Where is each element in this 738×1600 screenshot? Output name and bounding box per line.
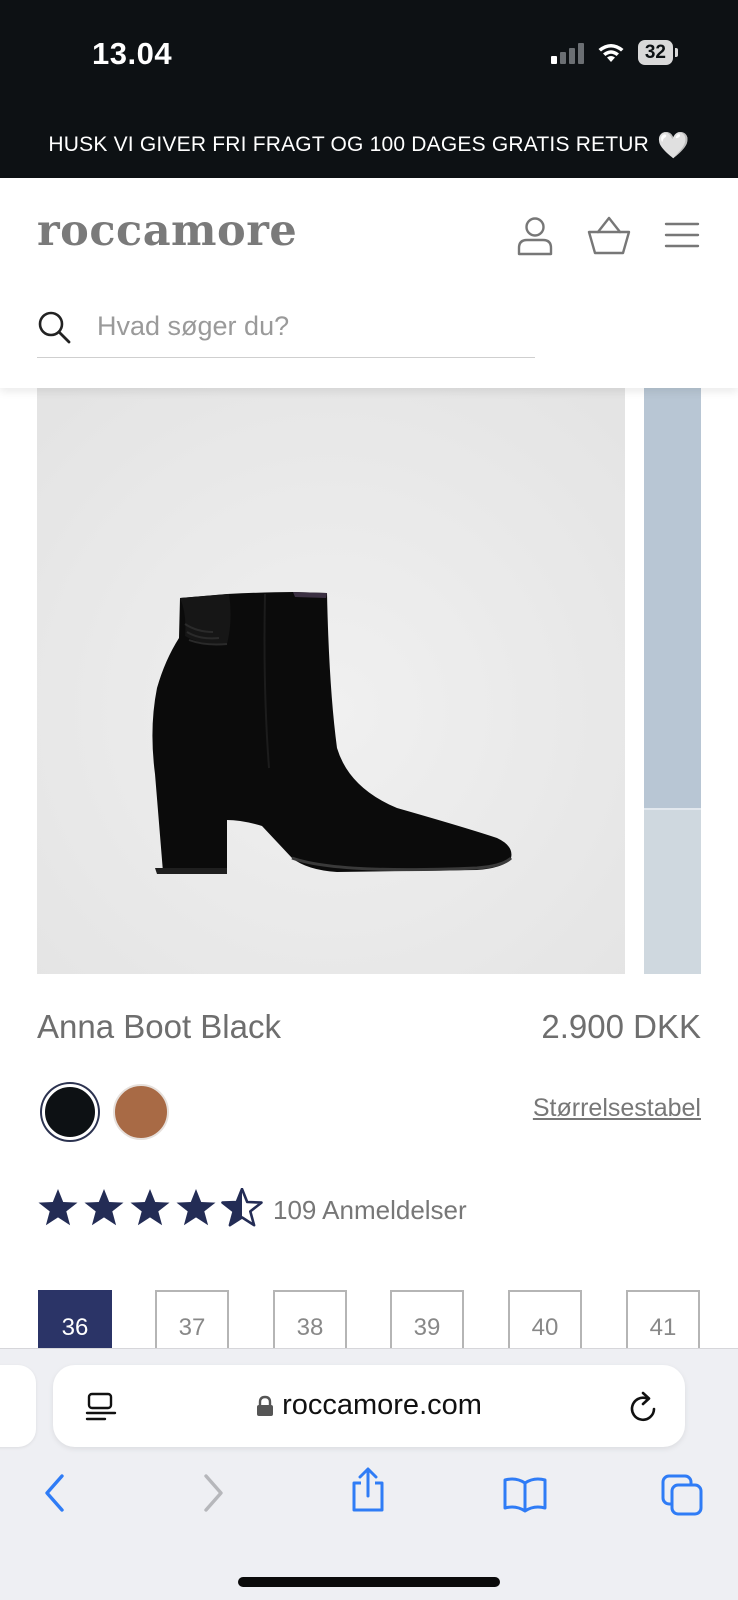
size-option-40[interactable]: 40 xyxy=(508,1290,582,1352)
site-logo[interactable]: roccamore xyxy=(37,206,297,256)
battery-icon: 32 xyxy=(637,40,678,65)
star-full-icon xyxy=(38,1189,78,1226)
product-price: 2.900 DKK xyxy=(541,1008,701,1045)
tabs-icon[interactable] xyxy=(660,1473,704,1517)
forward-arrow-icon[interactable] xyxy=(200,1473,226,1513)
search-icon[interactable] xyxy=(37,310,71,344)
star-full-icon xyxy=(84,1189,124,1226)
site-header: roccamore xyxy=(0,178,738,388)
color-swatch-black[interactable] xyxy=(42,1084,98,1140)
next-product-image-peek[interactable] xyxy=(644,388,701,974)
status-time: 13.04 xyxy=(92,36,173,71)
size-option-38[interactable]: 38 xyxy=(273,1290,347,1352)
star-full-icon xyxy=(130,1189,170,1226)
previous-tab-peek[interactable] xyxy=(0,1365,36,1447)
rating-stars[interactable] xyxy=(37,1188,263,1228)
size-option-36[interactable]: 36 xyxy=(38,1290,112,1352)
search-input[interactable] xyxy=(97,311,497,342)
wifi-icon xyxy=(598,43,624,62)
home-indicator xyxy=(238,1577,500,1587)
review-count[interactable]: 109 Anmeldelser xyxy=(273,1195,467,1226)
url-text: roccamore.com xyxy=(282,1389,482,1421)
status-icons: 32 xyxy=(550,40,678,65)
url-display[interactable]: roccamore.com xyxy=(53,1389,685,1422)
star-half-icon xyxy=(221,1188,263,1227)
back-arrow-icon[interactable] xyxy=(42,1473,68,1513)
account-icon[interactable] xyxy=(514,214,556,256)
address-bar[interactable]: roccamore.com xyxy=(53,1365,685,1447)
heart-emoji: 🤍 xyxy=(657,129,690,160)
share-icon[interactable] xyxy=(348,1467,388,1513)
product-image[interactable] xyxy=(37,388,625,974)
announcement-text: HUSK VI GIVER FRI FRAGT OG 100 DAGES GRA… xyxy=(48,133,650,156)
size-chart-link[interactable]: Størrelsestabel xyxy=(533,1094,701,1123)
battery-level: 32 xyxy=(637,40,673,65)
browser-toolbar: roccamore.com xyxy=(0,1348,738,1600)
reload-icon[interactable] xyxy=(629,1391,659,1423)
size-option-37[interactable]: 37 xyxy=(155,1290,229,1352)
lock-icon xyxy=(257,1396,274,1417)
black-ankle-boot-image xyxy=(37,388,625,974)
bookmarks-icon[interactable] xyxy=(502,1477,548,1513)
search-bar xyxy=(37,296,535,358)
announcement-bar: HUSK VI GIVER FRI FRAGT OG 100 DAGES GRA… xyxy=(0,112,738,178)
size-option-41[interactable]: 41 xyxy=(626,1290,700,1352)
status-bar: 13.04 32 xyxy=(0,0,738,112)
product-gallery[interactable] xyxy=(37,388,701,976)
star-full-icon xyxy=(176,1189,216,1226)
menu-icon[interactable] xyxy=(664,214,700,256)
basket-icon[interactable] xyxy=(586,214,632,256)
size-option-39[interactable]: 39 xyxy=(390,1290,464,1352)
cellular-signal-icon xyxy=(550,42,584,64)
product-name: Anna Boot Black xyxy=(37,1008,281,1045)
color-swatch-brown[interactable] xyxy=(113,1084,169,1140)
